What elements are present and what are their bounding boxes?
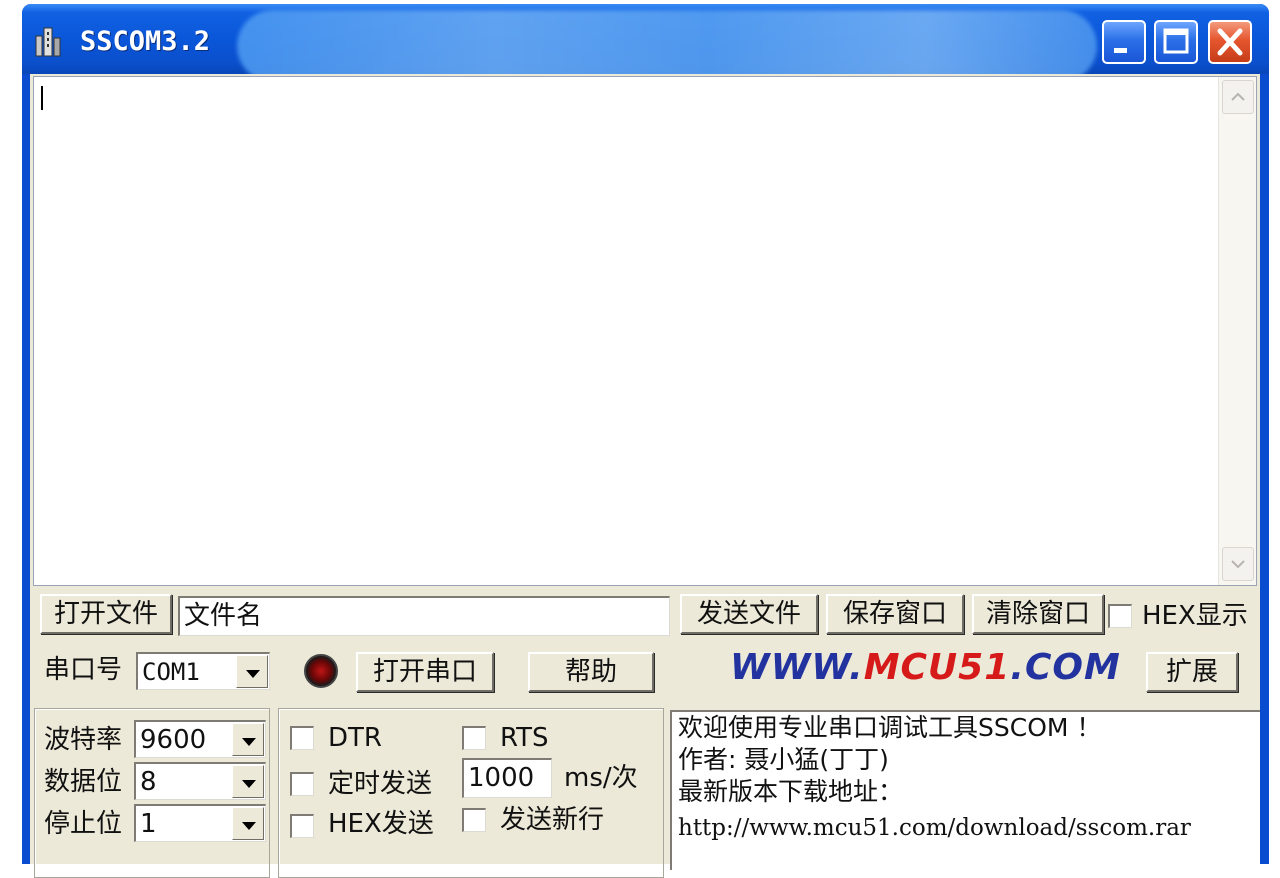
send-newline-checkbox[interactable]: [462, 808, 486, 832]
info-line-author: 作者: 聂小猛(丁丁): [678, 745, 889, 774]
chevron-down-icon[interactable]: [232, 765, 264, 798]
chevron-down-icon[interactable]: [232, 807, 264, 840]
mcu51-logo[interactable]: WWW.MCU51.COM: [730, 646, 1121, 690]
databits-select-value: 8: [140, 767, 157, 797]
logo-com: .COM: [1010, 647, 1121, 688]
stopbits-label: 停止位: [44, 809, 123, 839]
open-file-button[interactable]: 打开文件: [40, 594, 172, 634]
title-bar[interactable]: SSCOM3.2: [22, 4, 1269, 82]
minimize-button[interactable]: [1102, 20, 1146, 64]
interval-unit-label: ms/次: [564, 763, 638, 793]
close-button[interactable]: [1208, 20, 1252, 64]
databits-select[interactable]: 8: [134, 762, 266, 800]
hex-send-checkbox[interactable]: [290, 814, 314, 838]
scroll-up-button[interactable]: [1222, 80, 1254, 114]
timed-send-checkbox[interactable]: [290, 772, 314, 796]
help-button[interactable]: 帮助: [528, 652, 654, 692]
send-newline-label: 发送新行: [500, 805, 605, 835]
hex-send-label: HEX发送: [328, 809, 434, 839]
filename-field[interactable]: 文件名: [178, 596, 670, 636]
dtr-checkbox[interactable]: [290, 726, 314, 750]
baud-select-value: 9600: [140, 725, 207, 755]
chevron-down-icon[interactable]: [236, 655, 268, 688]
receive-output-area[interactable]: [33, 76, 1257, 586]
info-line-download-title: 最新版本下载地址：: [678, 777, 904, 806]
port-select-value: COM1: [142, 658, 200, 686]
close-icon: [1217, 28, 1243, 56]
rts-checkbox[interactable]: [462, 726, 486, 750]
dtr-label: DTR: [328, 723, 382, 753]
stopbits-select-value: 1: [140, 809, 157, 839]
expand-button[interactable]: 扩展: [1146, 652, 1238, 692]
rts-label: RTS: [500, 723, 549, 753]
logo-mcu: MCU51: [863, 647, 1011, 688]
maximize-button[interactable]: [1154, 20, 1198, 64]
clear-window-button[interactable]: 清除窗口: [972, 594, 1104, 634]
hex-display-label: HEX显示: [1142, 601, 1248, 631]
open-port-button[interactable]: 打开串口: [356, 652, 494, 692]
baud-label: 波特率: [44, 725, 123, 755]
info-text-area: 欢迎使用专业串口调试工具SSCOM ！ 作者: 聂小猛(丁丁) 最新版本下载地址…: [670, 710, 1260, 870]
timed-send-label: 定时发送: [328, 769, 433, 799]
app-window: SSCOM3.2 打开文件 文件名 发送文件 保存窗口 清除窗口 HEX显示 串…: [22, 4, 1269, 878]
window-title: SSCOM3.2: [80, 26, 211, 57]
interval-input[interactable]: 1000: [462, 758, 552, 798]
save-window-button[interactable]: 保存窗口: [826, 594, 964, 634]
baud-select[interactable]: 9600: [134, 720, 266, 758]
status-led-icon: [304, 654, 338, 688]
chevron-up-icon: [1231, 92, 1245, 101]
client-area: 打开文件 文件名 发送文件 保存窗口 清除窗口 HEX显示 串口号 COM1 打…: [30, 74, 1260, 878]
redacted-title-area: [237, 10, 1097, 82]
info-line-download-url[interactable]: http://www.mcu51.com/download/sscom.rar: [678, 812, 1191, 844]
chevron-down-icon[interactable]: [232, 723, 264, 756]
chevron-down-icon: [1231, 560, 1245, 569]
logo-www: WWW.: [730, 647, 864, 688]
text-caret: [41, 86, 43, 110]
vertical-scrollbar[interactable]: [1218, 77, 1256, 585]
sscom-app-icon: [35, 27, 61, 57]
scroll-down-button[interactable]: [1222, 547, 1254, 581]
port-select[interactable]: COM1: [136, 652, 270, 690]
databits-label: 数据位: [44, 767, 123, 797]
port-label: 串口号: [44, 655, 123, 685]
hex-display-checkbox[interactable]: [1108, 604, 1132, 628]
stopbits-select[interactable]: 1: [134, 804, 266, 842]
maximize-icon: [1163, 28, 1189, 54]
info-line-welcome: 欢迎使用专业串口调试工具SSCOM ！: [678, 713, 1102, 742]
send-file-button[interactable]: 发送文件: [680, 594, 818, 634]
minimize-icon: [1114, 48, 1127, 53]
